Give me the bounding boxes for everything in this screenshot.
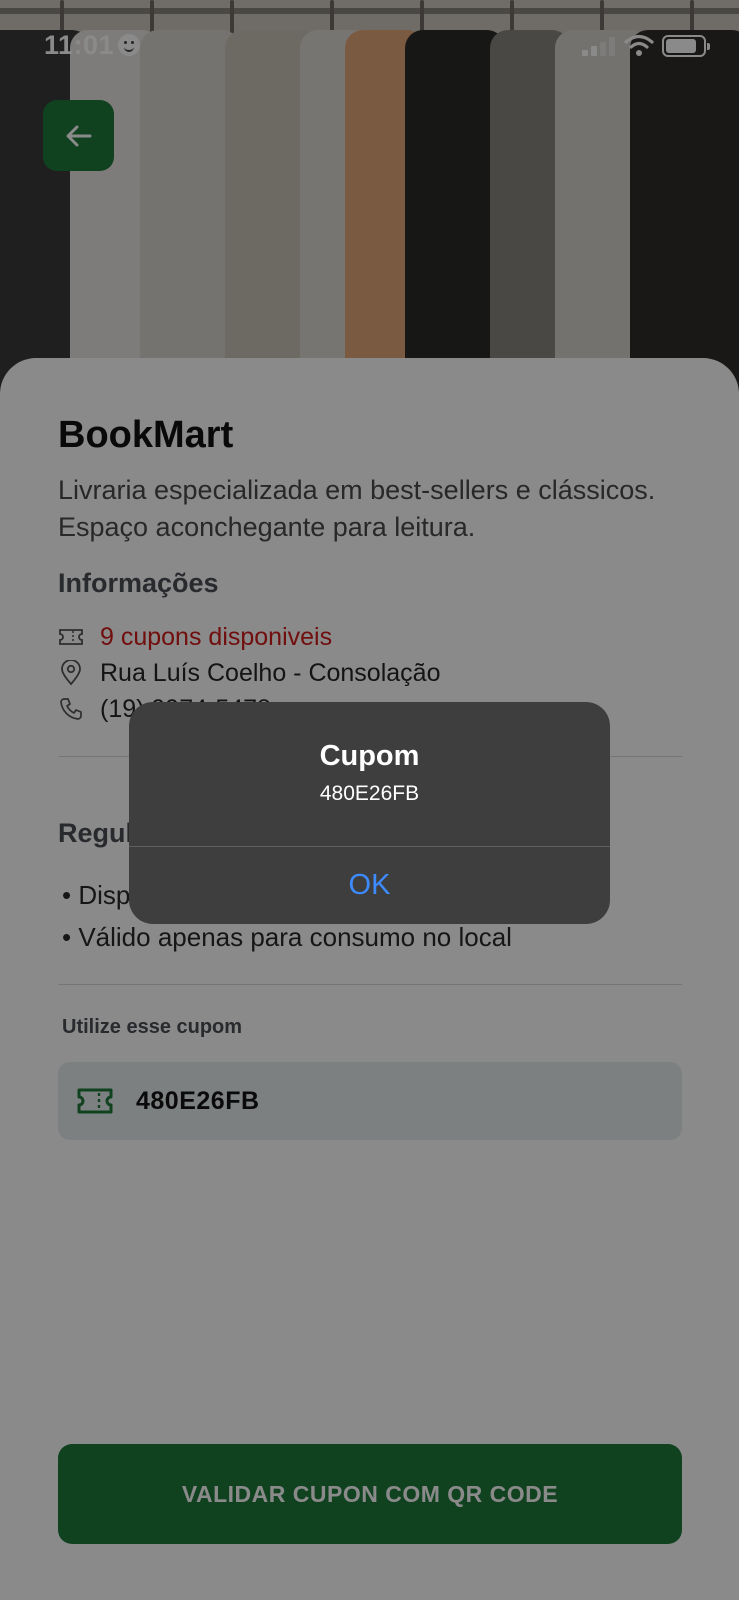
alert-message: 480E26FB: [319, 782, 420, 805]
alert-ok-button[interactable]: OK: [129, 847, 610, 924]
alert-title: Cupom: [319, 740, 420, 772]
coupon-alert-dialog: Cupom 480E26FB OK: [129, 702, 610, 924]
screen: 11:01 BookMart Livraria especializada em…: [0, 0, 739, 1600]
